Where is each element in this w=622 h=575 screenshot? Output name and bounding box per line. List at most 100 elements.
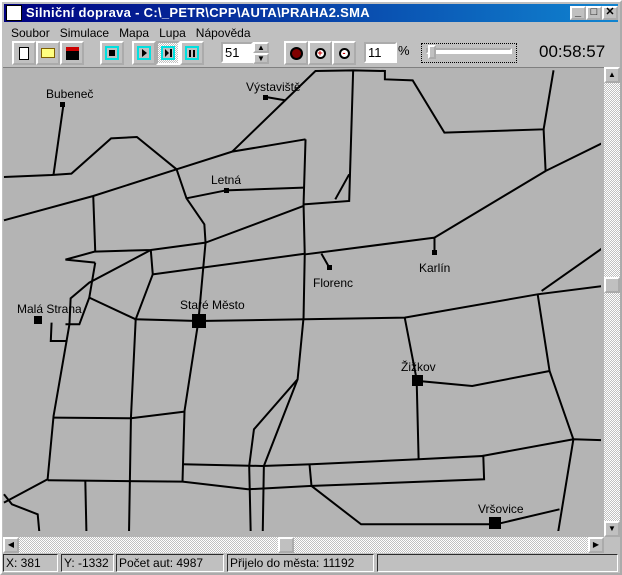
road bbox=[151, 250, 306, 274]
menu-soubor[interactable]: Soubor bbox=[6, 24, 55, 42]
road bbox=[89, 298, 135, 320]
city-node bbox=[263, 94, 269, 100]
place-label: Vršovice bbox=[478, 502, 524, 516]
record-icon bbox=[289, 46, 303, 60]
road-network bbox=[3, 67, 601, 531]
horizontal-scroll-thumb[interactable] bbox=[278, 537, 294, 553]
city-node bbox=[326, 265, 332, 271]
city-node bbox=[59, 101, 65, 107]
open-folder-icon bbox=[41, 48, 55, 58]
minimize-button[interactable]: _ bbox=[570, 6, 586, 20]
road bbox=[306, 238, 435, 255]
place-label: Staré Město bbox=[180, 298, 245, 312]
zoom-unit: % bbox=[398, 43, 410, 58]
new-file-icon bbox=[19, 46, 29, 60]
city-node bbox=[192, 314, 207, 328]
status-arrived: Přijelo do města: 11192 bbox=[227, 554, 374, 572]
stop-button[interactable] bbox=[100, 41, 124, 65]
road bbox=[544, 129, 601, 171]
road bbox=[249, 139, 305, 531]
slider-thumb[interactable] bbox=[428, 45, 436, 59]
status-empty bbox=[377, 554, 618, 572]
road bbox=[263, 379, 298, 531]
speed-down-button[interactable]: ▼ bbox=[253, 53, 269, 64]
road bbox=[51, 323, 68, 341]
zoom-out-icon: - bbox=[338, 47, 350, 59]
zoom-input[interactable]: 11 bbox=[364, 42, 397, 63]
menu-mapa[interactable]: Mapa bbox=[114, 24, 154, 42]
app-icon bbox=[6, 5, 22, 21]
place-label: Výstaviště bbox=[246, 80, 301, 94]
road bbox=[54, 104, 64, 174]
menu-bar: Soubor Simulace Mapa Lupa Nápověda bbox=[6, 24, 256, 42]
status-y: Y: -1332 bbox=[61, 554, 114, 572]
place-label: Florenc bbox=[313, 276, 354, 290]
horizontal-scrollbar[interactable]: ◀ ▶ bbox=[3, 537, 604, 553]
road bbox=[4, 494, 40, 531]
open-button[interactable] bbox=[36, 41, 60, 65]
road bbox=[129, 319, 136, 531]
scroll-right-button[interactable]: ▶ bbox=[588, 537, 604, 553]
road bbox=[54, 412, 185, 419]
road bbox=[405, 318, 419, 460]
road bbox=[482, 439, 601, 456]
city-node bbox=[489, 516, 502, 529]
new-button[interactable] bbox=[12, 41, 36, 65]
road bbox=[65, 243, 205, 263]
vertical-scroll-thumb[interactable] bbox=[604, 277, 620, 293]
step-icon bbox=[161, 46, 175, 60]
city-node bbox=[411, 374, 423, 386]
close-button[interactable]: ✕ bbox=[602, 6, 618, 20]
road bbox=[266, 97, 286, 100]
status-x: X: 381 bbox=[3, 554, 58, 572]
menu-simulace[interactable]: Simulace bbox=[55, 24, 114, 42]
road bbox=[85, 481, 86, 531]
stop-icon bbox=[105, 46, 119, 60]
save-button[interactable] bbox=[60, 41, 84, 65]
step-button[interactable] bbox=[156, 41, 180, 65]
speed-up-button[interactable]: ▲ bbox=[253, 42, 269, 53]
road bbox=[419, 371, 550, 386]
status-car-count: Počet aut: 4987 bbox=[116, 554, 224, 572]
pause-button[interactable] bbox=[180, 41, 204, 65]
zoom-out-button[interactable]: - bbox=[332, 41, 356, 65]
map-canvas[interactable]: Bubeneč Výstaviště Letná Florenc Karlín … bbox=[3, 67, 604, 537]
city-node bbox=[431, 250, 437, 256]
speed-slider[interactable] bbox=[421, 43, 517, 63]
scroll-up-button[interactable]: ▲ bbox=[604, 67, 620, 83]
zoom-in-button[interactable]: + bbox=[308, 41, 332, 65]
place-label: Žižkov bbox=[401, 360, 436, 374]
window-title: Silniční doprava - C:\_PETR\CPP\AUTA\PRA… bbox=[26, 5, 370, 20]
pause-icon bbox=[185, 46, 199, 60]
menu-lupa[interactable]: Lupa bbox=[154, 24, 191, 42]
road bbox=[335, 174, 349, 199]
save-icon bbox=[65, 46, 79, 60]
road bbox=[538, 294, 574, 531]
road bbox=[183, 243, 206, 481]
road bbox=[434, 171, 545, 238]
scroll-down-button[interactable]: ▼ bbox=[604, 521, 620, 537]
title-bar: Silniční doprava - C:\_PETR\CPP\AUTA\PRA… bbox=[4, 4, 618, 22]
menu-napoveda[interactable]: Nápověda bbox=[191, 24, 256, 42]
road bbox=[4, 137, 177, 177]
play-button[interactable] bbox=[132, 41, 156, 65]
slider-track bbox=[426, 48, 512, 54]
place-label: Letná bbox=[211, 173, 242, 187]
road bbox=[542, 248, 601, 291]
road bbox=[4, 324, 69, 502]
zoom-in-icon: + bbox=[314, 47, 326, 59]
scroll-left-button[interactable]: ◀ bbox=[3, 537, 19, 553]
vertical-scrollbar[interactable]: ▲ ▼ bbox=[604, 67, 620, 537]
road bbox=[304, 70, 354, 204]
place-label: Malá Strana bbox=[17, 302, 82, 316]
maximize-button[interactable]: □ bbox=[586, 6, 602, 20]
speed-input[interactable]: 51 bbox=[221, 42, 253, 63]
simulation-clock: 00:58:57 bbox=[539, 42, 606, 61]
record-button[interactable] bbox=[284, 41, 308, 65]
play-icon bbox=[137, 46, 151, 60]
city-node bbox=[33, 316, 42, 325]
road bbox=[93, 196, 95, 252]
place-label: Karlín bbox=[419, 261, 451, 275]
city-node bbox=[223, 187, 229, 193]
road bbox=[186, 188, 303, 199]
